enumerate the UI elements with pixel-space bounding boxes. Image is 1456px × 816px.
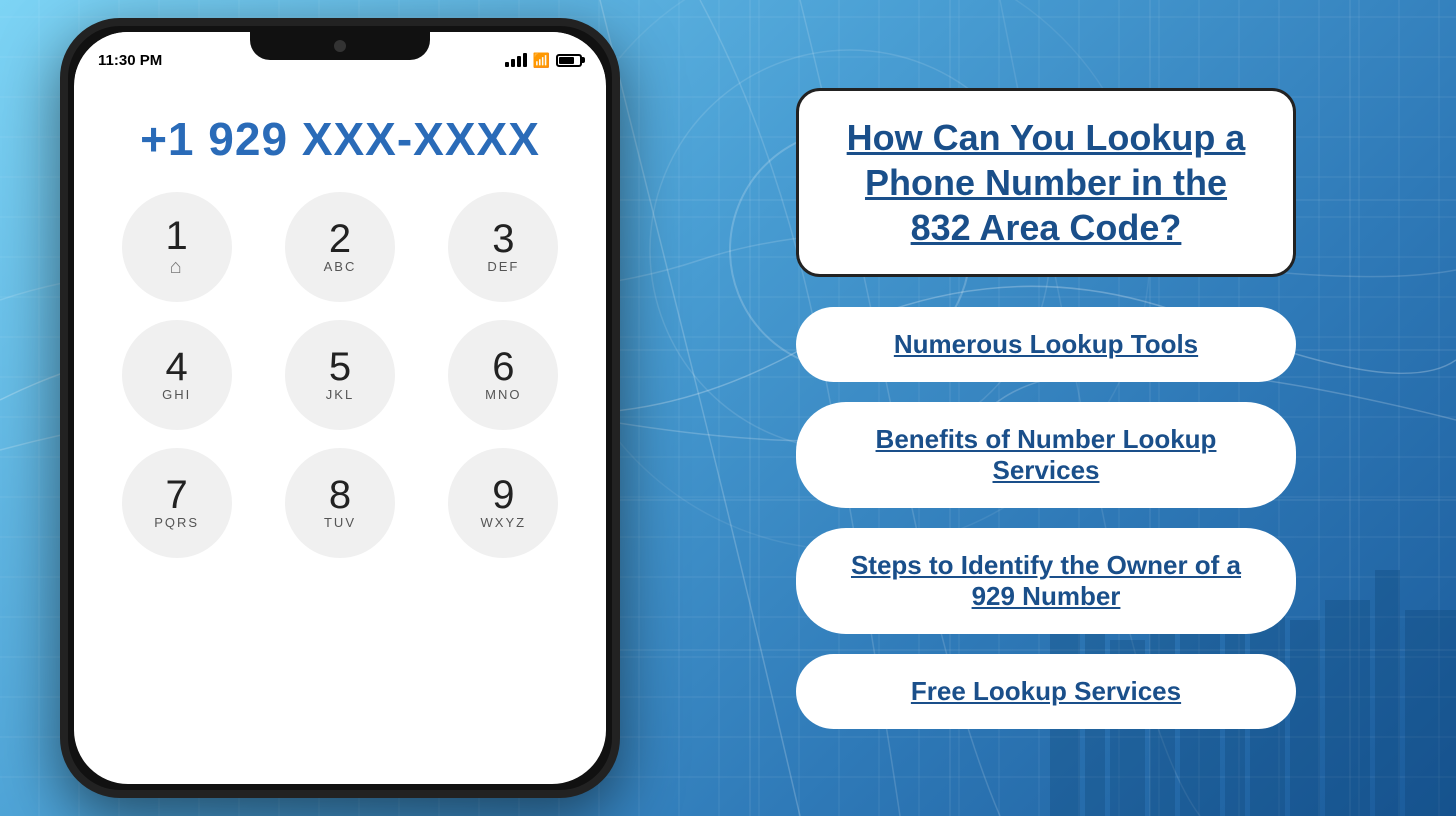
signal-bars-icon (505, 53, 527, 67)
dial-key-6[interactable]: 6 MNO (448, 320, 558, 430)
phone-inner: 11:30 PM 📶 +1 929 XXX-XXXX (74, 32, 606, 784)
menu-btn-free-lookup[interactable]: Free Lookup Services (796, 654, 1296, 729)
volume-up-button (60, 146, 64, 186)
dial-key-3-number: 3 (492, 219, 514, 259)
menu-btn-lookup-tools[interactable]: Numerous Lookup Tools (796, 307, 1296, 382)
dial-key-7-number: 7 (166, 475, 188, 515)
camera-dot (334, 40, 346, 52)
menu-btn-lookup-tools-label: Numerous Lookup Tools (894, 329, 1198, 359)
dial-key-4-number: 4 (166, 347, 188, 387)
phone-number-text: +1 929 XXX-XXXX (94, 112, 586, 166)
dial-key-7-letters: PQRS (154, 515, 199, 531)
phone-section: 11:30 PM 📶 +1 929 XXX-XXXX (30, 0, 650, 816)
dial-key-1-letters: ⌂ (170, 256, 184, 279)
dial-key-9-letters: WXYZ (481, 515, 527, 531)
dial-key-6-number: 6 (492, 347, 514, 387)
phone-number-display: +1 929 XXX-XXXX (74, 82, 606, 176)
phone-mockup: 11:30 PM 📶 +1 929 XXX-XXXX (60, 18, 620, 798)
dial-key-7[interactable]: 7 PQRS (122, 448, 232, 558)
status-icons: 📶 (505, 52, 582, 69)
title-card: How Can You Lookup a Phone Number in the… (796, 88, 1296, 277)
volume-down-button (60, 196, 64, 236)
dial-key-2-number: 2 (329, 219, 351, 259)
dial-key-2-letters: ABC (324, 259, 357, 275)
dial-key-9-number: 9 (492, 475, 514, 515)
dial-key-8-number: 8 (329, 475, 351, 515)
dialpad: 1 ⌂ 2 ABC 3 DEF 4 GHI 5 JKL (74, 192, 606, 558)
signal-bar-2 (511, 59, 515, 67)
dial-key-9[interactable]: 9 WXYZ (448, 448, 558, 558)
dial-key-1-number: 1 (166, 216, 188, 256)
dial-key-8[interactable]: 8 TUV (285, 448, 395, 558)
phone-notch (250, 32, 430, 60)
menu-btn-benefits-label: Benefits of Number Lookup Services (876, 424, 1217, 485)
battery-icon (556, 54, 582, 67)
dial-key-3-letters: DEF (487, 259, 519, 275)
status-time: 11:30 PM (98, 52, 162, 69)
dial-key-5[interactable]: 5 JKL (285, 320, 395, 430)
menu-btn-steps-label: Steps to Identify the Owner of a 929 Num… (851, 550, 1241, 611)
menu-btn-benefits[interactable]: Benefits of Number Lookup Services (796, 402, 1296, 508)
wifi-icon: 📶 (533, 52, 550, 69)
dial-key-1[interactable]: 1 ⌂ (122, 192, 232, 302)
right-section: How Can You Lookup a Phone Number in the… (636, 0, 1456, 816)
dial-key-4-letters: GHI (162, 387, 191, 403)
menu-btn-steps[interactable]: Steps to Identify the Owner of a 929 Num… (796, 528, 1296, 634)
power-button (616, 166, 620, 226)
dial-key-5-number: 5 (329, 347, 351, 387)
dial-key-4[interactable]: 4 GHI (122, 320, 232, 430)
dial-key-3[interactable]: 3 DEF (448, 192, 558, 302)
dial-key-5-letters: JKL (326, 387, 354, 403)
menu-btn-free-lookup-label: Free Lookup Services (911, 676, 1181, 706)
dial-key-2[interactable]: 2 ABC (285, 192, 395, 302)
dial-key-8-letters: TUV (324, 515, 356, 531)
signal-bar-1 (505, 62, 509, 67)
signal-bar-3 (517, 56, 521, 67)
page-title: How Can You Lookup a Phone Number in the… (835, 115, 1257, 250)
dial-key-6-letters: MNO (485, 387, 521, 403)
signal-bar-4 (523, 53, 527, 67)
battery-fill (559, 57, 574, 64)
